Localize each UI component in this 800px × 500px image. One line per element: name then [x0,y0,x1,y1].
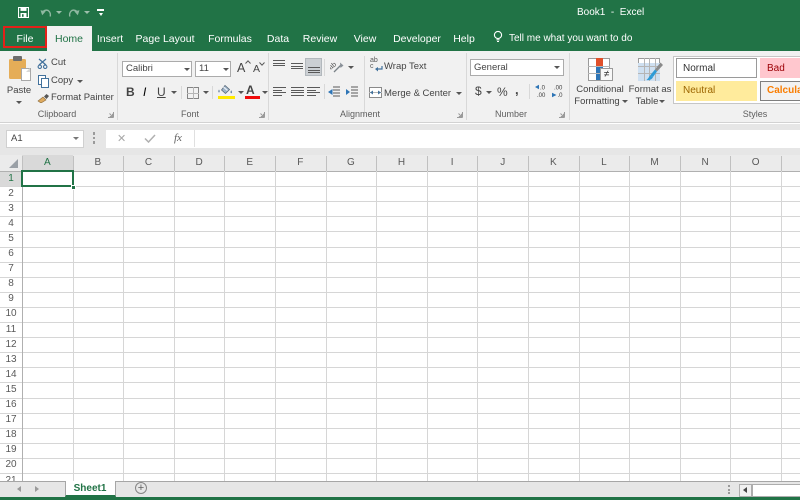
svg-text:.00: .00 [537,93,546,98]
svg-text:.00: .00 [554,86,563,92]
svg-text:.0: .0 [540,86,546,92]
svg-text:.0: .0 [558,93,564,98]
